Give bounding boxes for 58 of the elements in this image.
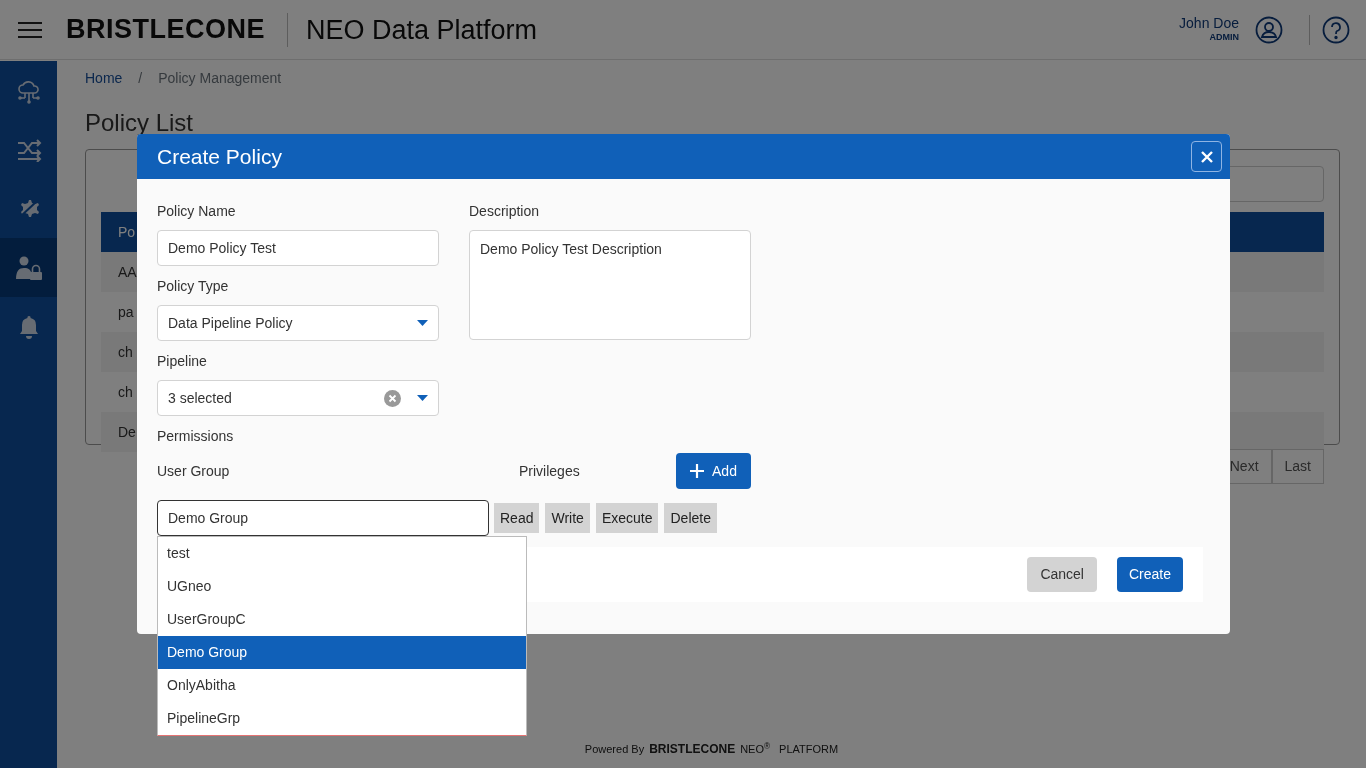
user-role: ADMIN [1208, 30, 1239, 44]
select-field[interactable]: Data Pipeline Policy [157, 305, 439, 341]
column-header: Po [118, 222, 136, 242]
product-title: NEO Data Platform [287, 12, 538, 47]
product-name: NEO$^{®}$ [740, 741, 771, 757]
platform-text: PLATFORM [779, 742, 839, 757]
table-cell-text: ch [118, 342, 133, 362]
page-title: Policy List [85, 108, 195, 138]
menu-icon[interactable] [18, 20, 42, 39]
user-lock-icon [14, 254, 43, 281]
cancel-button[interactable]: Cancel [1027, 557, 1097, 592]
user-avatar-icon[interactable] [1255, 15, 1283, 44]
brand-logo: BRISTLECONE [649, 741, 736, 758]
dropdown-option[interactable]: UGneo [158, 570, 526, 603]
table-cell-text: De [118, 422, 136, 442]
privilege-button[interactable]: Delete [664, 503, 717, 533]
brand-logo: BRISTLECONE [66, 13, 265, 47]
column-label: User Group [157, 461, 231, 481]
dropdown-option[interactable]: Demo Group [158, 636, 526, 669]
clear-icon[interactable] [384, 389, 401, 407]
breadcrumb-separator: / [138, 69, 143, 88]
table-cell-text: AA [118, 262, 137, 282]
dropdown-option[interactable]: UserGroupC [158, 603, 526, 636]
privilege-button[interactable]: Execute [595, 503, 659, 533]
user-name: John Doe [1179, 14, 1239, 31]
description-field[interactable]: Demo Policy Test Description [469, 230, 751, 340]
help-icon[interactable] [1322, 15, 1350, 44]
dropdown-option[interactable]: test [158, 537, 526, 570]
table-cell-text: pa [118, 302, 134, 322]
sidebar-item[interactable] [0, 238, 57, 297]
field-label: Description [469, 202, 541, 221]
multiselect-field[interactable]: 3 selected [157, 380, 439, 416]
close-button[interactable] [1191, 141, 1222, 172]
breadcrumb-current: Policy Management [158, 69, 282, 88]
user-group-field[interactable]: Demo Group [157, 500, 489, 536]
column-label: Privileges [519, 461, 581, 481]
shuffle-icon [15, 137, 42, 162]
field-label: Policy Type [157, 277, 230, 296]
privilege-button[interactable]: Read [494, 503, 540, 533]
field-label: Pipeline [157, 352, 208, 371]
breadcrumb-link[interactable]: Home [85, 68, 123, 89]
table-cell-text: ch [118, 382, 133, 402]
input-field[interactable]: Demo Policy Test [157, 230, 439, 266]
dropdown-option[interactable]: PipelineGrp [158, 702, 526, 735]
dialog-title: Create Policy [157, 143, 282, 170]
close-icon [1199, 149, 1214, 164]
plus-icon [690, 464, 705, 478]
field-label: Permissions [157, 427, 235, 446]
dropdown-option[interactable]: OnlyAbitha [158, 669, 526, 702]
pagination-button[interactable]: Last [1271, 449, 1324, 484]
privilege-button[interactable]: Write [545, 503, 590, 533]
bell-icon [17, 313, 40, 340]
caret-icon [417, 395, 428, 401]
field-label: Policy Name [157, 202, 237, 221]
add-button[interactable]: Add [676, 453, 751, 489]
caret-icon [417, 320, 428, 326]
powered-by-text: Powered By [584, 742, 645, 757]
create-button[interactable]: Create [1116, 557, 1183, 592]
